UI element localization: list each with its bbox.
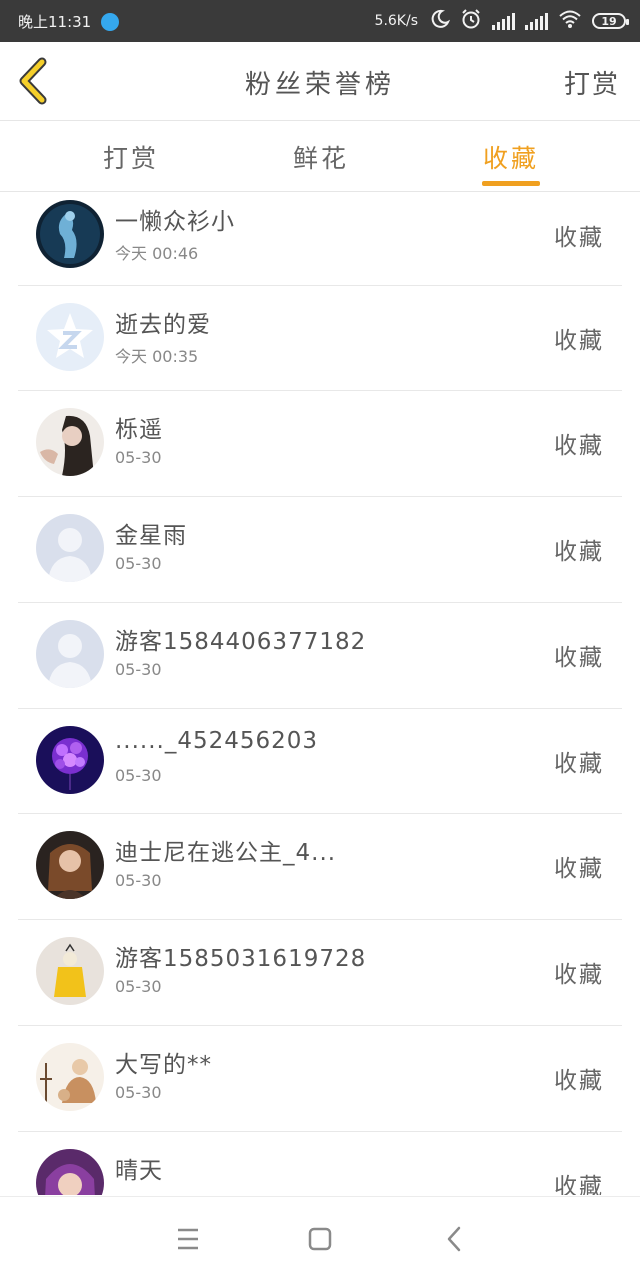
user-name: 金星雨 bbox=[115, 523, 187, 549]
list-item[interactable]: 迪士尼在逃公主_4... 05-30 收藏 bbox=[18, 813, 622, 920]
tab-bar: 打赏 鲜花 收藏 bbox=[0, 121, 640, 192]
action-time: 今天 00:46 bbox=[115, 244, 199, 263]
battery-icon: 19 bbox=[592, 13, 629, 29]
favorite-label: 收藏 bbox=[554, 856, 604, 882]
alarm-icon bbox=[460, 8, 482, 34]
user-name: 一懒众衫小 bbox=[115, 209, 235, 235]
status-right: 5.6K/s 19 bbox=[374, 8, 629, 34]
moon-icon bbox=[430, 9, 451, 33]
user-name: 栎遥 bbox=[115, 417, 163, 443]
favorite-label: 收藏 bbox=[554, 645, 604, 671]
user-name: 大写的** bbox=[115, 1052, 212, 1078]
list-item[interactable]: 金星雨 05-30 收藏 bbox=[18, 496, 622, 603]
avatar bbox=[36, 514, 104, 582]
fan-list: 一懒众衫小 今天 00:46 收藏 逝去的爱 今天 00:35 收藏 栎遥 05… bbox=[0, 192, 640, 1195]
app-notification-icon bbox=[101, 12, 120, 31]
avatar bbox=[36, 620, 104, 688]
battery-level: 19 bbox=[601, 14, 617, 28]
active-tab-indicator bbox=[482, 181, 540, 186]
user-name: 迪士尼在逃公主_4... bbox=[115, 840, 337, 866]
action-time: 05-30 bbox=[115, 554, 162, 573]
status-left: 晚上11:31 bbox=[18, 11, 120, 32]
avatar bbox=[36, 303, 104, 371]
favorite-label: 收藏 bbox=[554, 539, 604, 565]
menu-icon bbox=[178, 1228, 198, 1250]
signal-icon bbox=[525, 12, 548, 30]
avatar bbox=[36, 200, 104, 268]
list-item[interactable]: ......_452456203 05-30 收藏 bbox=[18, 708, 622, 814]
action-time: 05-30 bbox=[115, 1083, 162, 1102]
reward-action-button[interactable]: 打赏 bbox=[564, 64, 620, 101]
list-item[interactable]: 晴天 收藏 bbox=[18, 1131, 622, 1195]
favorite-label: 收藏 bbox=[554, 328, 604, 354]
list-item[interactable]: 游客1584406377182 05-30 收藏 bbox=[18, 602, 622, 709]
user-name: 晴天 bbox=[115, 1158, 163, 1184]
back-chevron-icon bbox=[447, 1226, 461, 1252]
tab-reward[interactable]: 打赏 bbox=[76, 139, 186, 175]
favorite-label: 收藏 bbox=[554, 433, 604, 459]
list-item[interactable]: 逝去的爱 今天 00:35 收藏 bbox=[18, 285, 622, 391]
home-button[interactable] bbox=[300, 1221, 340, 1257]
system-nav-bar bbox=[0, 1196, 640, 1281]
list-item[interactable]: 大写的** 05-30 收藏 bbox=[18, 1025, 622, 1132]
signal-icon bbox=[492, 12, 515, 30]
status-bar: 晚上11:31 5.6K/s 19 bbox=[0, 0, 640, 42]
page-title: 粉丝荣誉榜 bbox=[244, 70, 395, 100]
tab-favorites[interactable]: 收藏 bbox=[456, 139, 566, 175]
avatar bbox=[36, 1043, 104, 1111]
favorite-label: 收藏 bbox=[554, 751, 604, 777]
user-name: 游客1584406377182 bbox=[115, 629, 367, 655]
list-item[interactable]: 一懒众衫小 今天 00:46 收藏 bbox=[18, 192, 622, 286]
avatar bbox=[36, 831, 104, 899]
list-item[interactable]: 栎遥 05-30 收藏 bbox=[18, 390, 622, 497]
action-time: 今天 00:35 bbox=[115, 347, 199, 366]
action-time: 05-30 bbox=[115, 871, 162, 890]
favorite-label: 收藏 bbox=[554, 1174, 604, 1195]
wifi-icon bbox=[558, 9, 582, 33]
avatar bbox=[36, 937, 104, 1005]
net-speed: 5.6K/s bbox=[374, 13, 418, 29]
status-time: 晚上11:31 bbox=[18, 13, 92, 31]
list-item[interactable]: 游客1585031619728 05-30 收藏 bbox=[18, 919, 622, 1026]
avatar bbox=[36, 726, 104, 794]
menu-button[interactable] bbox=[168, 1221, 208, 1257]
home-square-icon bbox=[308, 1227, 332, 1251]
action-time: 05-30 bbox=[115, 766, 162, 785]
back-nav-button[interactable] bbox=[434, 1221, 474, 1257]
user-name: 逝去的爱 bbox=[115, 312, 211, 338]
header: 粉丝荣誉榜 打赏 bbox=[0, 42, 640, 121]
user-name: ......_452456203 bbox=[115, 728, 319, 754]
action-time: 05-30 bbox=[115, 977, 162, 996]
action-time: 05-30 bbox=[115, 448, 162, 467]
avatar bbox=[36, 1149, 104, 1195]
tab-flowers[interactable]: 鲜花 bbox=[266, 139, 376, 175]
favorite-label: 收藏 bbox=[554, 225, 604, 251]
avatar bbox=[36, 408, 104, 476]
user-name: 游客1585031619728 bbox=[115, 946, 367, 972]
favorite-label: 收藏 bbox=[554, 1068, 604, 1094]
action-time: 05-30 bbox=[115, 660, 162, 679]
favorite-label: 收藏 bbox=[554, 962, 604, 988]
